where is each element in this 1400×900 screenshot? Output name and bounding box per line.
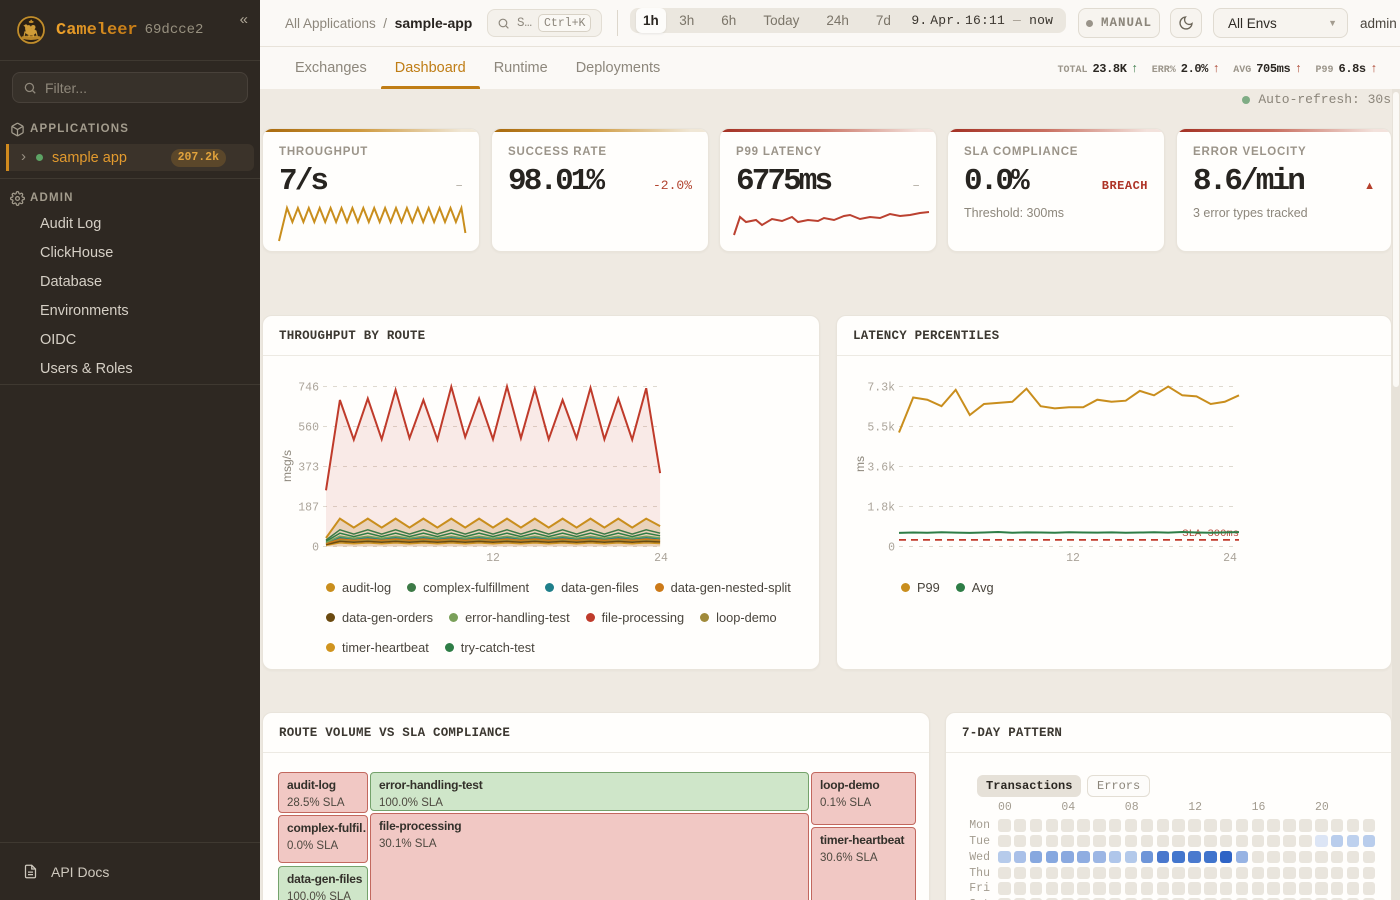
- svg-text:746: 746: [298, 382, 319, 395]
- svg-text:24: 24: [654, 552, 668, 565]
- svg-text:msg/s: msg/s: [280, 450, 294, 482]
- svg-text:12: 12: [486, 552, 500, 565]
- svg-text:5.5k: 5.5k: [867, 422, 895, 435]
- svg-text:3.6k: 3.6k: [867, 462, 895, 475]
- svg-text:7.3k: 7.3k: [867, 382, 895, 395]
- svg-text:0: 0: [888, 542, 895, 555]
- svg-text:187: 187: [298, 502, 319, 515]
- svg-text:24: 24: [1223, 552, 1237, 565]
- svg-text:ms: ms: [853, 456, 867, 472]
- svg-text:373: 373: [298, 462, 319, 475]
- svg-text:0: 0: [312, 542, 319, 555]
- svg-text:560: 560: [298, 422, 319, 435]
- svg-text:SLA 300ms: SLA 300ms: [1182, 528, 1239, 540]
- svg-text:1.8k: 1.8k: [867, 502, 895, 515]
- svg-text:12: 12: [1066, 552, 1080, 565]
